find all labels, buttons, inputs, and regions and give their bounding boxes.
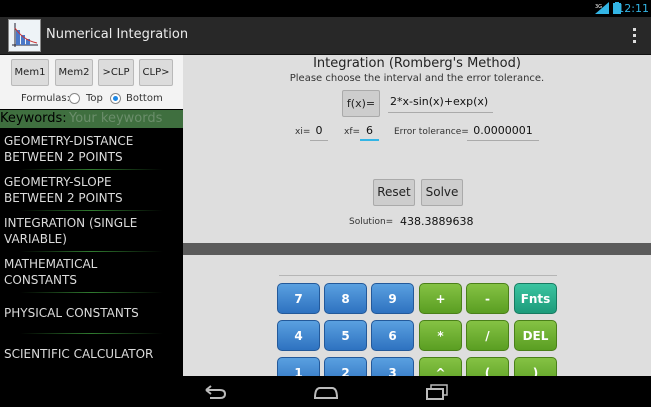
key-2[interactable]: 2	[324, 357, 367, 376]
delete-key[interactable]: DEL	[514, 320, 557, 351]
navigation-bar	[0, 376, 651, 407]
list-item-line1: GEOMETRY-DISTANCE	[4, 134, 134, 148]
panel-divider[interactable]	[183, 243, 651, 255]
action-bar: Numerical Integration	[0, 17, 651, 55]
keypad-divider	[279, 275, 557, 276]
key-multiply[interactable]: *	[419, 320, 462, 351]
xf-input[interactable]: 6	[360, 124, 379, 141]
keyword-search: Keywords: Your keywords	[0, 110, 183, 128]
list-item-line1: SCIENTIFIC CALCULATOR	[4, 347, 154, 361]
key-3[interactable]: 3	[371, 357, 414, 376]
xf-label: xf=	[344, 127, 361, 137]
list-item-line2: VARIABLE)	[4, 232, 67, 246]
key-6[interactable]: 6	[371, 320, 414, 351]
list-item-line1: PHYSICAL CONSTANTS	[4, 306, 139, 320]
recent-apps-icon[interactable]	[425, 384, 449, 400]
list-item[interactable]: GEOMETRY-SLOPE BETWEEN 2 POINTS	[0, 170, 183, 211]
integration-logo-icon	[9, 20, 40, 51]
list-item[interactable]: PHYSICAL CONSTANTS	[0, 293, 183, 334]
app-title: Numerical Integration	[46, 27, 189, 42]
left-panel: Mem1 Mem2 >CLP CLP> Formulas: Top Bottom…	[0, 55, 183, 376]
integration-form: Integration (Romberg's Method) Please ch…	[183, 55, 651, 243]
solve-button[interactable]: Solve	[421, 179, 463, 206]
key-1[interactable]: 1	[277, 357, 320, 376]
list-item-line2: BETWEEN 2 POINTS	[4, 191, 123, 205]
key-minus[interactable]: -	[466, 283, 509, 314]
xi-label: xi=	[295, 127, 311, 137]
key-5[interactable]: 5	[324, 320, 367, 351]
tolerance-input[interactable]: 0.0000001	[467, 124, 539, 141]
keywords-input[interactable]: Your keywords	[69, 111, 162, 126]
screen: 3G 12:11 Numerical Integration Mem1 Mem2…	[0, 0, 651, 407]
key-9[interactable]: 9	[371, 283, 414, 314]
home-icon[interactable]	[312, 384, 340, 400]
overflow-menu-icon[interactable]	[631, 26, 639, 46]
mem2-button[interactable]: Mem2	[55, 59, 93, 86]
key-8[interactable]: 8	[324, 283, 367, 314]
mem1-button[interactable]: Mem1	[11, 59, 49, 86]
formula-position-selector: Formulas: Top Bottom	[0, 90, 183, 108]
xi-input[interactable]: 0	[310, 124, 328, 141]
solution-label: Solution=	[349, 217, 394, 227]
list-item-line2: CONSTANTS	[4, 273, 77, 287]
list-item[interactable]: SCIENTIFIC CALCULATOR	[0, 334, 183, 375]
tolerance-label: Error tolerance=	[394, 127, 469, 137]
solution-value: 438.3889638	[400, 215, 474, 228]
memory-toolbar: Mem1 Mem2 >CLP CLP> Formulas: Top Bottom	[0, 55, 183, 109]
reset-button[interactable]: Reset	[373, 179, 415, 206]
functions-key[interactable]: Fnts	[514, 283, 557, 314]
radio-top[interactable]	[69, 93, 80, 104]
list-item-line1: MATHEMATICAL	[4, 257, 98, 271]
key-close-paren[interactable]: )	[514, 357, 557, 376]
key-open-paren[interactable]: (	[466, 357, 509, 376]
radio-top-label: Top	[86, 93, 103, 104]
paste-from-clipboard-button[interactable]: CLP>	[139, 59, 173, 86]
list-item[interactable]: GEOMETRY-DISTANCE BETWEEN 2 POINTS	[0, 129, 183, 170]
page-subtitle: Please choose the interval and the error…	[289, 73, 545, 84]
list-item[interactable]: INTEGRATION (SINGLE VARIABLE)	[0, 211, 183, 252]
list-item-line1: GEOMETRY-SLOPE	[4, 175, 112, 189]
list-item-line1: INTEGRATION (SINGLE	[4, 216, 138, 230]
key-7[interactable]: 7	[277, 283, 320, 314]
key-divide[interactable]: /	[466, 320, 509, 351]
key-power[interactable]: ^	[419, 357, 462, 376]
function-button[interactable]: f(x)=	[342, 90, 380, 117]
page-title: Integration (Romberg's Method)	[313, 56, 521, 71]
keywords-label: Keywords:	[0, 111, 67, 126]
copy-to-clipboard-button[interactable]: >CLP	[98, 59, 134, 86]
signal-icon: 3G	[595, 2, 609, 14]
key-plus[interactable]: +	[419, 283, 462, 314]
status-bar: 3G 12:11	[0, 0, 651, 17]
back-icon[interactable]	[202, 384, 228, 400]
radio-bottom[interactable]	[110, 93, 121, 104]
signal-label: 3G	[595, 4, 602, 10]
list-item[interactable]: MATHEMATICAL CONSTANTS	[0, 252, 183, 293]
clock: 12:11	[617, 2, 649, 15]
list-item-line2: BETWEEN 2 POINTS	[4, 150, 123, 164]
keypad: 7 8 9 + - Fnts 4 5 6 * / DEL 1 2 3 ^ ( )	[183, 255, 651, 376]
radio-bottom-label: Bottom	[126, 93, 163, 104]
function-input[interactable]: 2*x-sin(x)+exp(x)	[388, 95, 493, 113]
key-4[interactable]: 4	[277, 320, 320, 351]
category-list: GEOMETRY-DISTANCE BETWEEN 2 POINTS GEOMET…	[0, 129, 183, 375]
formulas-label: Formulas:	[21, 93, 71, 104]
app-icon[interactable]	[8, 19, 41, 52]
